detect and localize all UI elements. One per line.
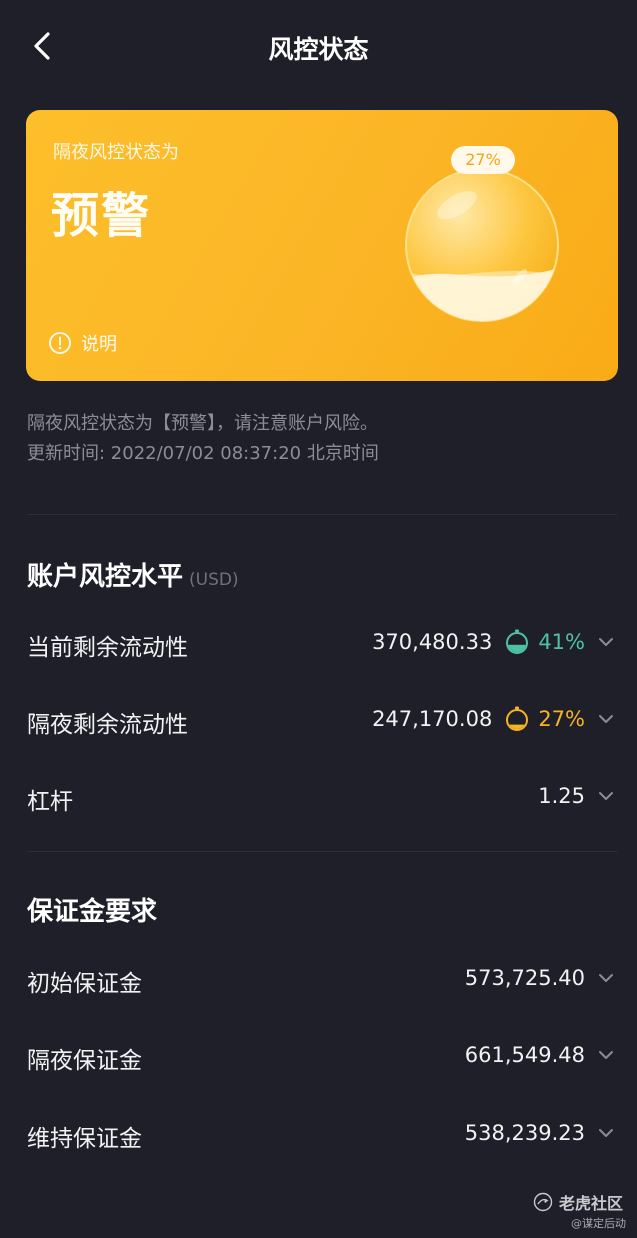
- update-time: 更新时间: 2022/07/02 08:37:20 北京时间: [27, 443, 379, 464]
- row-label: 隔夜剩余流动性: [27, 712, 188, 738]
- status-subtitle: 隔夜风控状态为: [53, 142, 179, 163]
- divider: [27, 514, 617, 515]
- chevron-down-icon: [599, 974, 613, 982]
- currency-unit: (USD): [189, 570, 239, 590]
- risk-notice: 隔夜风控状态为【预警】，请注意账户风险。 更新时间: 2022/07/02 08…: [27, 409, 379, 469]
- row-leverage[interactable]: 杠杆 1.25: [27, 776, 617, 816]
- watermark-user: @谋定后动: [571, 1217, 626, 1230]
- liquidity-ball-icon: [405, 168, 559, 322]
- liquidity-gauge-icon: [506, 629, 529, 654]
- row-overnight-margin[interactable]: 隔夜保证金 661,549.48: [27, 1035, 617, 1075]
- row-label: 初始保证金: [27, 971, 142, 997]
- liquidity-gauge-icon: [506, 706, 529, 731]
- row-overnight-liquidity[interactable]: 隔夜剩余流动性 247,170.08 27%: [27, 699, 617, 739]
- risk-section-title: 账户风控水平: [27, 562, 184, 592]
- chevron-down-icon: [599, 1051, 613, 1059]
- notice-line-1: 隔夜风控状态为【预警】，请注意账户风险。: [27, 413, 378, 434]
- row-current-liquidity[interactable]: 当前剩余流动性 370,480.33 41%: [27, 622, 617, 662]
- row-value: 661,549.48: [464, 1043, 585, 1067]
- chevron-down-icon: [599, 1129, 613, 1137]
- status-value: 预警: [51, 188, 152, 244]
- chevron-down-icon: [599, 792, 613, 800]
- explain-label: 说明: [81, 334, 117, 355]
- divider: [27, 851, 617, 852]
- row-value: 247,170.08: [372, 707, 493, 731]
- watermark-brand: 老虎社区: [559, 1194, 624, 1213]
- row-value: 1.25: [538, 784, 585, 808]
- status-percent-badge: 27%: [451, 146, 515, 174]
- row-label: 当前剩余流动性: [27, 635, 188, 661]
- row-label: 杠杆: [27, 789, 73, 815]
- header: 风控状态: [0, 0, 637, 94]
- row-label: 维持保证金: [27, 1126, 142, 1152]
- row-maintenance-margin[interactable]: 维持保证金 538,239.23: [27, 1113, 617, 1153]
- section-title-risk: 账户风控水平 (USD): [27, 556, 239, 593]
- row-initial-margin[interactable]: 初始保证金 573,725.40: [27, 958, 617, 998]
- explain-button[interactable]: 说明: [48, 330, 117, 356]
- watermark: 老虎社区: [533, 1190, 623, 1214]
- margin-section-title: 保证金要求: [27, 897, 158, 927]
- chevron-down-icon: [599, 638, 613, 646]
- row-percent: 27%: [538, 707, 585, 731]
- info-icon: [49, 332, 71, 354]
- row-value: 370,480.33: [372, 630, 493, 654]
- row-label: 隔夜保证金: [27, 1048, 142, 1074]
- row-percent: 41%: [538, 630, 585, 654]
- risk-status-card: 隔夜风控状态为 预警 27% 说明: [26, 110, 618, 381]
- chevron-down-icon: [599, 715, 613, 723]
- page-title: 风控状态: [268, 35, 369, 64]
- row-value: 538,239.23: [464, 1121, 585, 1145]
- row-value: 573,725.40: [464, 966, 585, 990]
- tiger-logo-icon: [533, 1192, 553, 1212]
